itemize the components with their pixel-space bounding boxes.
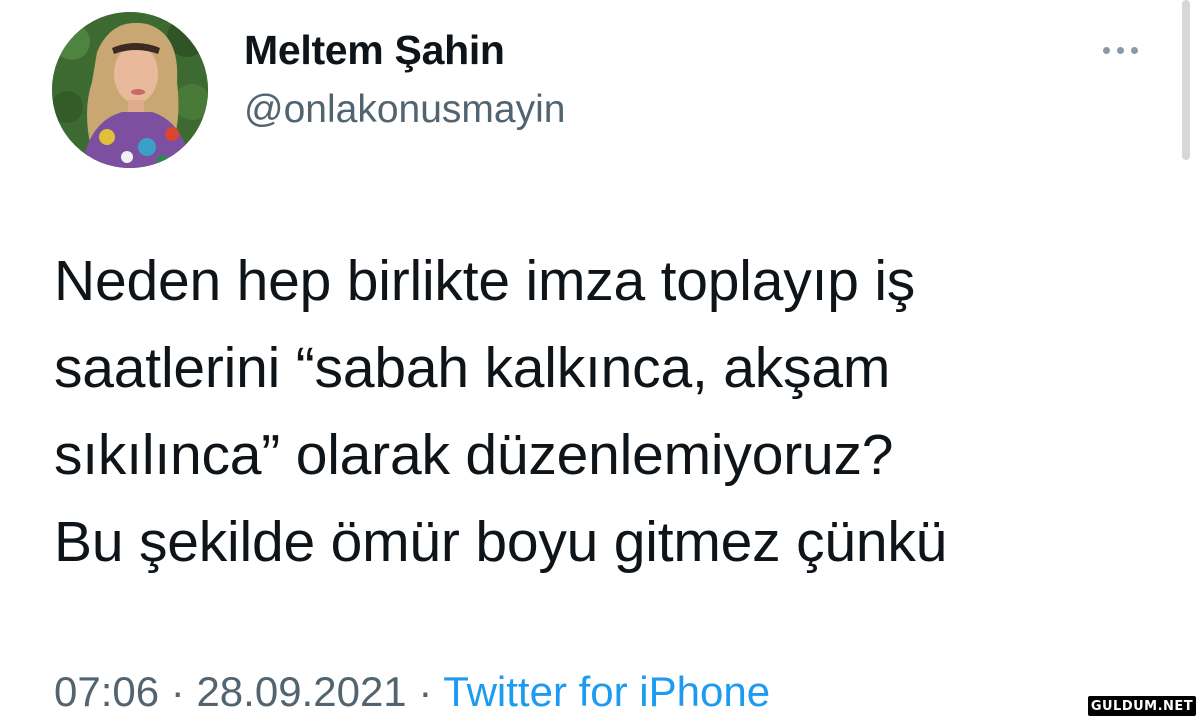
more-horizontal-icon bbox=[1102, 46, 1110, 54]
watermark-logo: GULDUM.NET bbox=[1088, 696, 1196, 716]
tweet-text: Neden hep birlikte imza toplayıp iş saat… bbox=[54, 238, 1154, 586]
user-handle[interactable]: @onlakonusmayin bbox=[244, 88, 565, 132]
tweet-meta: 07:06 · 28.09.2021 · Twitter for iPhone bbox=[54, 668, 770, 716]
more-horizontal-icon-dot bbox=[1116, 46, 1124, 54]
profile-photo-icon bbox=[52, 12, 208, 168]
tweet-text-line: sıkılınca” olarak düzenlemiyoruz? bbox=[54, 423, 894, 487]
tweet-source-link[interactable]: Twitter for iPhone bbox=[443, 668, 770, 715]
more-horizontal-icon-dot bbox=[1130, 46, 1138, 54]
meta-separator: · bbox=[418, 668, 433, 715]
display-name[interactable]: Meltem Şahin bbox=[244, 27, 505, 74]
tweet-text-line: saatlerini “sabah kalkınca, akşam bbox=[54, 336, 891, 400]
tweet-text-line: Neden hep birlikte imza toplayıp iş bbox=[54, 249, 916, 313]
scrollbar[interactable] bbox=[1182, 0, 1190, 160]
tweet-date[interactable]: 28.09.2021 bbox=[196, 668, 406, 715]
tweet-card: Meltem Şahin @onlakonusmayin Neden hep b… bbox=[0, 0, 1200, 719]
tweet-time[interactable]: 07:06 bbox=[54, 668, 159, 715]
tweet-text-line: Bu şekilde ömür boyu gitmez çünkü bbox=[54, 510, 948, 574]
more-options-button[interactable] bbox=[1090, 30, 1150, 70]
avatar[interactable] bbox=[52, 12, 208, 168]
meta-separator: · bbox=[170, 668, 185, 715]
